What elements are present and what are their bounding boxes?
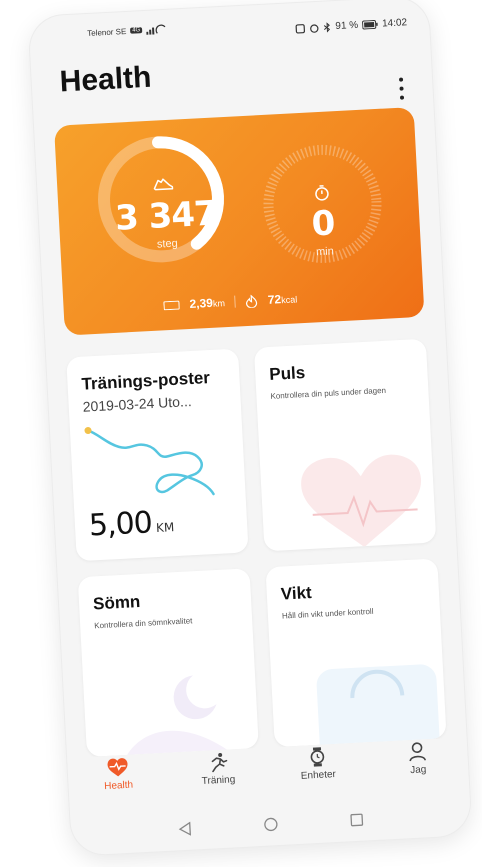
heart-icon [301, 454, 422, 548]
route-map [84, 426, 215, 496]
calories-stat: 72kcal [267, 291, 297, 307]
scale-icon [316, 664, 440, 746]
moon-icon [127, 675, 227, 755]
battery-percent: 91 % [335, 19, 359, 32]
stats-divider [234, 295, 237, 308]
calories-value: 72 [267, 292, 282, 307]
battery-icon [362, 19, 378, 30]
user-icon [409, 742, 427, 762]
nav-item-health[interactable]: Health [82, 756, 154, 794]
steps-value: 3 347 [114, 193, 218, 239]
running-icon [211, 753, 228, 773]
activity-stats-row: 2,39km 72kcal [163, 291, 297, 312]
shoe-icon [153, 178, 174, 191]
recents-icon[interactable] [349, 813, 364, 828]
watch-icon [310, 747, 325, 767]
nav-item-me[interactable]: Jag [382, 740, 454, 778]
heart-pulse-icon [107, 758, 128, 777]
page-title: Health [58, 60, 153, 99]
training-distance-value: 5,00 [88, 505, 153, 544]
flame-icon [246, 293, 258, 308]
phone-screen: Telenor SE 4G 91 % 14:02 Health 3 347 st… [28, 0, 472, 856]
carrier-name: Telenor SE [86, 26, 127, 38]
clock: 14:02 [381, 17, 408, 30]
stopwatch-icon [315, 185, 329, 201]
nav-item-training[interactable]: Träning [182, 750, 254, 788]
calories-unit: kcal [280, 294, 298, 306]
weight-card-title: Vikt [280, 583, 313, 604]
nav-label-training: Träning [201, 774, 236, 788]
distance-unit: km [212, 298, 226, 309]
minutes-value: 0 [310, 203, 337, 245]
sleep-card[interactable]: Sömn Kontrollera din sömnkvalitet [77, 568, 259, 757]
more-vert-icon[interactable] [394, 75, 409, 102]
nav-label-devices: Enheter [300, 768, 337, 782]
activity-summary-card[interactable]: 3 347 steg 0 min 2,39km 72kcal [54, 107, 425, 336]
training-date: 2019-03-24 Uto... [82, 393, 193, 415]
status-left: Telenor SE 4G [87, 24, 169, 38]
distance-stat: 2,39km [189, 295, 225, 311]
training-records-card[interactable]: Tränings-poster 2019-03-24 Uto... 5,00 KM [66, 348, 249, 562]
sleep-card-subtitle: Kontrollera din sömnkvalitet [94, 616, 193, 631]
training-distance: 5,00 KM [88, 504, 175, 543]
weight-card-subtitle: Håll din vikt under kontroll [281, 606, 374, 621]
weight-card[interactable]: Vikt Håll din vikt under kontroll [265, 558, 447, 748]
sleep-card-title: Sömn [92, 591, 141, 614]
nav-label-me: Jag [409, 764, 427, 777]
training-distance-unit: KM [155, 520, 175, 536]
status-right: 91 % 14:02 [295, 17, 407, 34]
network-badge: 4G [130, 27, 143, 34]
nfc-icon [295, 23, 306, 34]
back-icon[interactable] [178, 821, 193, 837]
pulse-card[interactable]: Puls Kontrollera din puls under dagen [253, 338, 437, 552]
training-card-title: Tränings-poster [81, 368, 211, 394]
home-icon[interactable] [264, 817, 279, 832]
nav-item-devices[interactable]: Enheter [282, 745, 354, 783]
bluetooth-icon [323, 21, 331, 33]
nav-label-health: Health [103, 779, 134, 793]
status-bar: Telenor SE 4G 91 % 14:02 [29, 8, 429, 49]
alarm-icon [310, 23, 319, 33]
pulse-card-title: Puls [268, 363, 306, 384]
pulse-card-subtitle: Kontrollera din puls under dagen [270, 385, 387, 401]
distance-value: 2,39 [189, 295, 214, 311]
signal-icon [146, 24, 166, 35]
ruler-icon [163, 300, 180, 310]
